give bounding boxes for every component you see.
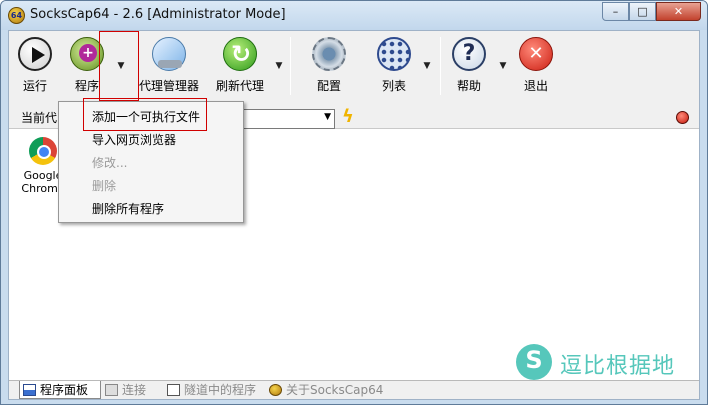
play-icon [18,37,52,71]
chevron-down-icon: ▼ [324,112,331,122]
list-button[interactable]: 列表 [374,37,414,99]
tab-program-panel[interactable]: 程序面板 [19,381,101,399]
help-button[interactable]: 帮助 [449,37,489,99]
tab-tunneled-programs[interactable]: 隧道中的程序 [164,381,264,399]
minimize-button[interactable]: – [602,2,629,21]
current-proxy-label: 当前代 [21,111,58,125]
window-icon [23,384,36,396]
tab-connections[interactable]: 连接 [102,381,158,399]
run-button[interactable]: 运行 [15,37,55,99]
window-controls: – □ ✕ [602,2,701,21]
refresh-proxy-label: 刷新代理 [215,79,264,93]
tab-label: 关于SocksCap64 [286,383,384,397]
exit-button[interactable]: 退出 [516,37,556,99]
maximize-button[interactable]: □ [629,2,656,21]
run-label: 运行 [22,79,47,93]
status-indicator-icon [676,111,689,124]
refresh-dropdown-arrow[interactable]: ▼ [274,61,284,71]
watermark-logo-icon [516,344,552,380]
proxy-manager-icon [152,37,186,71]
close-button[interactable]: ✕ [656,2,701,21]
grid-icon [377,37,411,71]
chrome-icon [29,137,57,165]
toolbar-separator [440,37,441,95]
menu-item-modify: 修改... [92,156,128,170]
help-dropdown-arrow[interactable]: ▼ [498,61,508,71]
lightning-icon[interactable]: ϟ [342,107,356,127]
proxy-manager-label: 代理管理器 [138,79,199,93]
help-icon [452,37,486,71]
network-icon [105,384,118,396]
refresh-proxy-button[interactable]: 刷新代理 [212,37,268,99]
highlight-box [99,31,139,101]
tab-label: 程序面板 [40,383,89,397]
tab-label: 隧道中的程序 [184,383,257,397]
watermark-text: 逗比根据地 [560,354,676,379]
toolbar-separator [290,37,291,95]
list-label: 列表 [381,79,406,93]
sockscap-app-icon: 64 [8,7,25,24]
menu-item-delete: 删除 [92,179,117,193]
bottom-tab-bar: 程序面板 连接 隧道中的程序 关于SocksCap64 [9,380,699,399]
proxy-manager-button[interactable]: 代理管理器 [137,37,201,99]
help-label: 帮助 [456,79,481,93]
config-label: 配置 [316,79,341,93]
tab-label: 连接 [122,383,147,397]
refresh-icon [223,37,258,71]
document-icon [167,384,180,396]
title-bar[interactable]: 64 SocksCap64 - 2.6 [Administrator Mode]… [1,1,707,30]
list-dropdown-arrow[interactable]: ▼ [422,61,432,71]
menu-item-import-browser[interactable]: 导入网页浏览器 [60,129,242,151]
window-title: SocksCap64 - 2.6 [Administrator Mode] [30,7,286,22]
sockscap-icon [269,384,282,396]
exit-icon [519,37,553,71]
app-window: 64 SocksCap64 - 2.6 [Administrator Mode]… [0,0,708,405]
highlight-box [83,98,207,131]
exit-label: 退出 [523,79,548,93]
config-button[interactable]: 配置 [309,37,349,99]
menu-item-delete-all[interactable]: 删除所有程序 [60,198,242,220]
tab-about[interactable]: 关于SocksCap64 [266,381,384,399]
gear-icon [312,37,346,71]
